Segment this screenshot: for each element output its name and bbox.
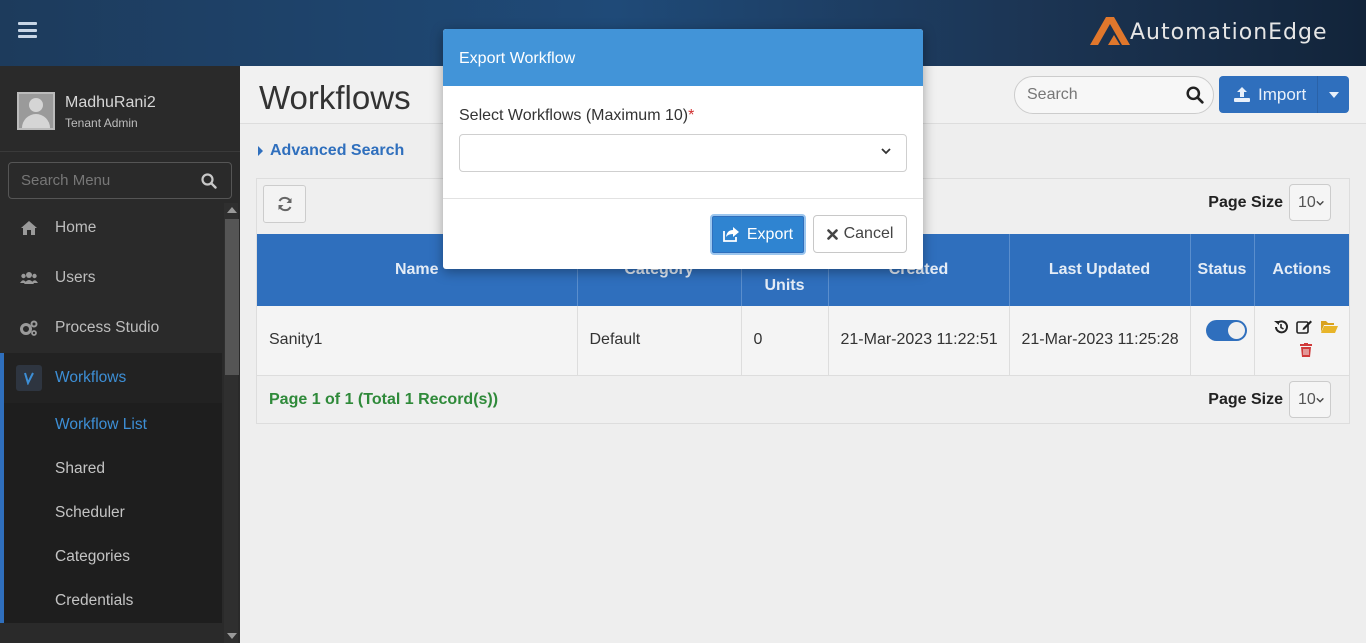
cell-actions <box>1254 306 1349 376</box>
scroll-up-icon[interactable] <box>227 207 237 213</box>
col-actions: Actions <box>1254 234 1349 306</box>
brand-name: AutomationEdge <box>1130 19 1328 45</box>
sidebar-item-process-studio[interactable]: Process Studio <box>0 303 222 353</box>
brand-logo: AutomationEdge <box>1088 12 1328 48</box>
import-button[interactable]: Import <box>1219 76 1349 113</box>
page-size-label: Page Size <box>1208 193 1283 211</box>
edit-icon[interactable] <box>1295 319 1313 335</box>
cancel-label: Cancel <box>843 225 894 242</box>
sidebar-subitem-credentials[interactable]: Credentials <box>4 579 222 623</box>
sidebar-item-label: Workflows <box>55 369 127 386</box>
cell-last-updated: 21-Mar-2023 11:25:28 <box>1009 306 1191 376</box>
advanced-search-toggle[interactable]: Advanced Search <box>258 142 404 160</box>
sidebar-scrollbar[interactable] <box>224 203 239 643</box>
import-dropdown-toggle[interactable] <box>1317 76 1349 113</box>
page-size-top: Page Size 10 <box>1208 184 1331 221</box>
page-size-select[interactable]: 10 <box>1289 184 1331 221</box>
scrollbar-thumb[interactable] <box>225 219 239 375</box>
cancel-button[interactable]: Cancel <box>813 215 907 253</box>
close-icon <box>826 228 838 240</box>
page-info: Page 1 of 1 (Total 1 Record(s)) <box>269 391 499 408</box>
export-button[interactable]: Export <box>710 214 806 255</box>
search-icon[interactable] <box>201 173 217 189</box>
sidebar-item-home[interactable]: Home <box>0 203 222 253</box>
status-toggle[interactable] <box>1205 319 1247 341</box>
user-profile: MadhuRani2 Tenant Admin <box>0 66 240 152</box>
sidebar-menu: Home Users Process Studio Workflows Work… <box>0 203 222 623</box>
chevron-down-icon <box>1316 397 1324 403</box>
cell-status <box>1190 306 1255 376</box>
caret-down-icon <box>1328 91 1339 98</box>
page-size-label: Page Size <box>1208 390 1283 408</box>
cell-category: Default <box>577 306 742 376</box>
user-role: Tenant Admin <box>65 116 138 130</box>
col-last-updated[interactable]: Last Updated <box>1009 234 1191 306</box>
sidebar-subitem-scheduler[interactable]: Scheduler <box>4 491 222 535</box>
scroll-down-icon[interactable] <box>227 633 237 639</box>
page-size-value: 10 <box>1298 193 1316 211</box>
caret-right-icon <box>258 146 263 156</box>
sidebar: MadhuRani2 Tenant Admin Home Users Proce… <box>0 66 240 643</box>
delete-icon[interactable] <box>1299 343 1312 358</box>
menu-search-input[interactable] <box>9 163 189 198</box>
table-row: Sanity1 Default 0 21-Mar-2023 11:22:51 2… <box>257 306 1349 376</box>
users-icon <box>16 265 42 291</box>
dialog-body: Select Workflows (Maximum 10)* <box>443 86 923 199</box>
table-footer: Page 1 of 1 (Total 1 Record(s)) Page Siz… <box>257 377 1349 423</box>
export-label: Export <box>746 225 794 243</box>
sidebar-item-label: Process Studio <box>55 319 160 336</box>
upload-icon <box>1234 87 1250 102</box>
refresh-button[interactable] <box>263 185 306 223</box>
required-marker: * <box>688 107 695 124</box>
share-square-icon <box>722 227 739 242</box>
chevron-down-icon <box>881 148 891 155</box>
advanced-search-label: Advanced Search <box>270 142 405 159</box>
logo-mark-icon <box>1090 17 1130 45</box>
workflow-icon <box>16 365 42 391</box>
cell-created: 21-Mar-2023 11:22:51 <box>828 306 1010 376</box>
workflow-search-input[interactable] <box>1015 77 1175 113</box>
workflow-search <box>1014 76 1214 114</box>
col-status: Status <box>1190 234 1255 306</box>
page-size-value: 10 <box>1298 390 1316 408</box>
page-size-select[interactable]: 10 <box>1289 381 1331 418</box>
sidebar-item-label: Users <box>55 269 96 286</box>
workflows-submenu: Workflow List Shared Scheduler Categorie… <box>0 403 222 623</box>
history-icon[interactable] <box>1273 319 1289 335</box>
sidebar-item-users[interactable]: Users <box>0 253 222 303</box>
chevron-down-icon <box>1316 200 1324 206</box>
cell-name[interactable]: Sanity1 <box>257 306 578 376</box>
user-name: MadhuRani2 <box>65 94 156 111</box>
sidebar-item-workflows[interactable]: Workflows <box>0 353 222 403</box>
dialog-footer: Export Cancel <box>443 199 923 269</box>
hamburger-menu-icon[interactable] <box>18 22 37 38</box>
menu-search <box>8 162 232 199</box>
sidebar-item-label: Home <box>55 219 97 236</box>
page-title: Workflows <box>259 79 411 116</box>
dialog-title: Export Workflow <box>443 29 923 86</box>
page-size-bottom: Page Size 10 <box>1208 381 1331 418</box>
refresh-icon <box>278 196 291 212</box>
import-label: Import <box>1258 84 1307 104</box>
select-workflows-label: Select Workflows (Maximum 10)* <box>459 107 694 125</box>
home-icon <box>16 215 42 241</box>
field-label-text: Select Workflows (Maximum 10) <box>459 107 689 124</box>
select-workflows-dropdown[interactable] <box>459 134 907 172</box>
export-workflow-dialog: Export Workflow Select Workflows (Maximu… <box>443 29 923 269</box>
search-icon[interactable] <box>1186 86 1204 104</box>
folder-open-icon[interactable] <box>1320 319 1338 334</box>
avatar <box>17 92 55 130</box>
gears-icon <box>16 315 42 341</box>
sidebar-subitem-workflow-list[interactable]: Workflow List <box>4 403 222 447</box>
cell-units: 0 <box>741 306 829 376</box>
sidebar-subitem-categories[interactable]: Categories <box>4 535 222 579</box>
sidebar-subitem-shared[interactable]: Shared <box>4 447 222 491</box>
